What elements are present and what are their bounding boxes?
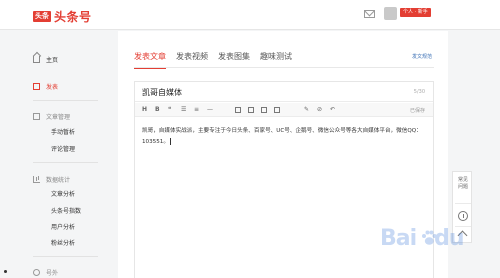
image-icon[interactable] (235, 107, 241, 113)
avatar[interactable] (384, 7, 397, 20)
sidebar-section-statistics[interactable]: 数据统计 (33, 175, 70, 184)
clear-format-icon[interactable]: ✎ (304, 107, 309, 113)
editor-toolbar: H B ❝ ☰ ≡ — ✎ ⊘ ↶ 已保存 (135, 103, 433, 117)
sidebar-item-user-analysis[interactable]: 用户分析 (51, 222, 75, 231)
article-body-text: 凯哥，自媒体实战派，主要专注于今日头条、百家号、UC号、企鹅号、微信公众号等各大… (142, 128, 422, 145)
home-icon (33, 56, 40, 63)
heading-icon[interactable]: H (142, 107, 147, 113)
logo[interactable]: 头条 头条号 (33, 8, 92, 25)
logo-text: 头条号 (54, 10, 92, 24)
logo-badge: 头条 (33, 11, 51, 22)
sidebar-item-toutiao-index[interactable]: 头条号指数 (51, 206, 81, 215)
float-divider (455, 203, 471, 204)
sidebar-item-fan-analysis[interactable]: 粉丝分析 (51, 238, 75, 247)
tab-divider (134, 67, 434, 68)
sidebar-section-article-management[interactable]: 文章管理 (33, 112, 70, 121)
info-icon[interactable] (458, 211, 468, 221)
chart-icon (33, 176, 40, 183)
sidebar-item-comment-management[interactable]: 评论管理 (51, 144, 75, 153)
article-body[interactable]: 凯哥，自媒体实战派，主要专注于今日头条、百家号、UC号、企鹅号、微信公众号等各大… (142, 126, 432, 148)
sidebar-item-manual-analysis[interactable]: 手动暂析 (51, 127, 75, 136)
stray-dot (4, 270, 7, 273)
undo-icon[interactable]: ↶ (330, 107, 335, 113)
text-cursor (169, 138, 171, 145)
video-icon[interactable] (261, 107, 267, 113)
sidebar-divider (33, 162, 98, 163)
paw-icon (422, 230, 437, 245)
extra-icon (33, 269, 40, 276)
sidebar-divider (33, 100, 98, 101)
mail-icon[interactable] (364, 10, 375, 18)
sidebar-item-label: 主页 (46, 57, 59, 64)
sidebar-item-label: 发表 (46, 84, 59, 91)
user-level-badge[interactable]: 个人 · 新手 (400, 8, 431, 17)
unordered-list-icon[interactable]: ☰ (181, 107, 186, 113)
audio-icon[interactable] (274, 107, 280, 113)
sidebar-item-label: 数据统计 (46, 177, 71, 184)
sidebar-item-label: 文章管理 (46, 114, 71, 121)
ordered-list-icon[interactable]: ≡ (194, 107, 199, 113)
title-char-count: 5/30 (413, 89, 425, 95)
gallery-icon[interactable] (248, 107, 254, 113)
edit-icon (33, 83, 40, 90)
faq-button[interactable]: 常见问题 (457, 177, 469, 191)
article-title[interactable]: 凯哥自媒体 (142, 87, 182, 98)
bold-icon[interactable]: B (155, 107, 160, 113)
baidu-watermark: Bai du (380, 226, 490, 256)
sidebar-item-home[interactable]: 主页 (33, 55, 58, 64)
top-bar: 头条 头条号 个人 · 新手 (0, 0, 500, 30)
document-icon (33, 113, 40, 120)
sidebar-item-publish[interactable]: 发表 (33, 82, 58, 91)
sidebar: 主页 发表 文章管理 手动暂析 评论管理 数据统计 文章分析 头条号指数 用户分… (0, 31, 102, 278)
save-status: 已保存 (409, 108, 425, 114)
sidebar-item-label: 号外 (46, 270, 59, 277)
posting-rules-link[interactable]: 发文规范 (412, 53, 432, 60)
title-field[interactable]: 凯哥自媒体 5/30 (135, 82, 433, 102)
sidebar-item-extra[interactable]: 号外 (33, 268, 58, 277)
sidebar-divider (33, 256, 98, 257)
link-icon[interactable]: ⊘ (317, 107, 322, 113)
horizontal-rule-icon[interactable]: — (207, 107, 213, 113)
quote-icon[interactable]: ❝ (168, 107, 171, 113)
sidebar-item-article-analysis[interactable]: 文章分析 (51, 189, 75, 198)
